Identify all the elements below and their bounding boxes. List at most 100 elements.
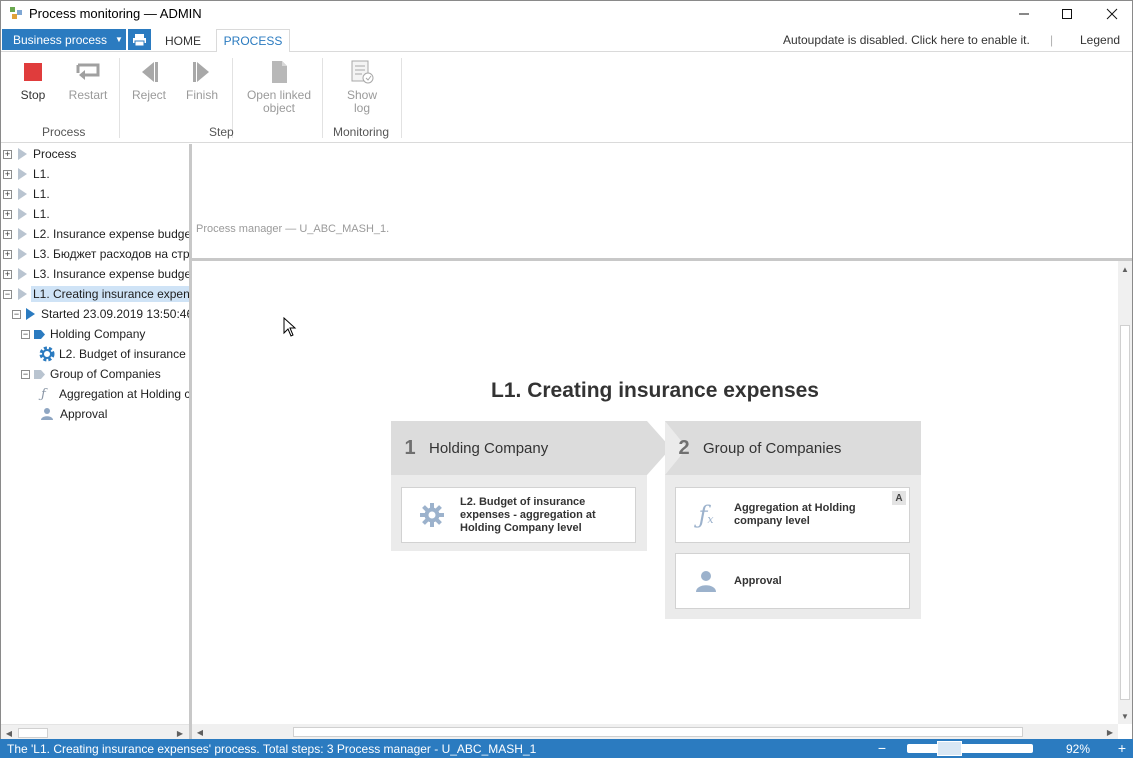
log-icon [348,58,376,86]
collapse-toggle[interactable]: − [21,329,30,339]
ribbon-separator [322,58,323,138]
function-icon: ƒ [41,386,46,402]
tree-item-label: Aggregation at Holding com [59,387,189,401]
expand-toggle[interactable]: + [3,269,12,279]
diagram-vertical-scrollbar[interactable]: ▲ ▼ [1118,261,1132,724]
monitoring-group-label: Monitoring [333,125,390,139]
tree-item-selected[interactable]: − L1. Creating insurance expenses [1,284,189,304]
open-linked-object-button[interactable]: Open linked object [245,58,313,115]
step-text: Approval [734,574,782,587]
maximize-button[interactable] [1044,1,1090,26]
stage-tag-icon [34,329,45,339]
scrollbar-thumb[interactable] [1120,325,1130,700]
title-bar: Process monitoring — ADMIN [1,1,1132,26]
scroll-up-icon[interactable]: ▲ [1117,261,1132,277]
stage-2-number: 2 [678,436,690,459]
document-icon [265,58,293,86]
collapse-toggle[interactable]: − [12,309,21,319]
tree-item[interactable]: + Process [1,144,189,164]
expand-toggle[interactable]: + [3,249,12,259]
restart-button[interactable]: Restart [67,58,109,102]
zoom-slider-track[interactable] [907,744,1033,753]
zoom-slider-thumb[interactable] [937,741,963,756]
finish-label: Finish [185,88,218,102]
tree-horizontal-scrollbar[interactable]: ◀ ▶ [1,724,189,740]
collapse-toggle[interactable]: − [21,369,30,379]
scrollbar-thumb[interactable] [293,727,1023,737]
tree-item[interactable]: + L1. [1,184,189,204]
autoupdate-link[interactable]: Autoupdate is disabled. Click here to en… [783,33,1030,47]
scroll-down-icon[interactable]: ▼ [1117,708,1132,724]
tree-item-label: Process [33,147,77,161]
tree-item-label: L3. Бюджет расходов на страх [33,247,189,261]
reject-label: Reject [131,88,166,102]
stage-2-header[interactable]: 2 Group of Companies [665,421,921,475]
stop-button[interactable]: Stop [15,58,51,102]
process-icon [18,268,27,280]
tree-item-label: Group of Companies [50,367,161,381]
step-card[interactable]: ƒx Aggregation at Holding company level … [675,487,910,543]
tab-home[interactable]: HOME [155,29,211,52]
tab-home-label: HOME [165,33,201,48]
stop-label: Stop [20,88,46,102]
tree-item[interactable]: ƒ Aggregation at Holding com [1,384,189,404]
restart-icon [74,58,102,86]
scroll-right-icon[interactable]: ▶ [1102,724,1118,740]
ribbon-separator [119,58,120,138]
scroll-left-icon[interactable]: ◀ [192,724,208,740]
app-icon [10,7,22,19]
gear-icon [39,346,55,362]
business-process-button[interactable]: Business process ▼ [2,29,126,50]
expand-toggle[interactable]: + [3,209,12,219]
tree-item[interactable]: + L3. Insurance expense budget - [1,264,189,284]
process-group-label: Process [42,125,86,139]
tree-item[interactable]: − Started 23.09.2019 13:50:46 O [1,304,189,324]
status-text: The 'L1. Creating insurance expenses' pr… [7,742,537,756]
tab-process[interactable]: PROCESS [216,29,290,53]
tree-item-label: L3. Insurance expense budget - [33,267,189,281]
expand-toggle[interactable]: + [3,169,12,179]
ribbon: Stop Restart Process Reject Finish Open … [1,52,1132,143]
expand-toggle[interactable]: + [3,229,12,239]
print-button[interactable] [128,29,151,50]
tree-item-label: Started 23.09.2019 13:50:46 O [41,307,189,321]
scrollbar-thumb[interactable] [18,728,48,738]
close-button[interactable] [1089,1,1132,26]
step-card[interactable]: L2. Budget of insurance expenses - aggre… [401,487,636,543]
show-log-button[interactable]: Show log [344,58,380,115]
legend-link[interactable]: Legend [1080,33,1120,47]
tree-item[interactable]: L2. Budget of insurance exp [1,344,189,364]
finish-icon [188,58,216,86]
ribbon-separator [401,58,402,138]
user-icon [41,408,53,420]
function-icon: ƒx [698,501,714,529]
step-group-label: Step [209,125,234,139]
process-diagram: L1. Creating insurance expenses 1 Holdin… [192,261,1118,724]
expand-toggle[interactable]: + [3,149,12,159]
reject-button[interactable]: Reject [131,58,167,102]
finish-button[interactable]: Finish [183,58,221,102]
tree-item[interactable]: + L1. [1,204,189,224]
stage-1-header[interactable]: 1 Holding Company [391,421,647,475]
play-icon [26,308,35,320]
window-title: Process monitoring — ADMIN [29,6,202,21]
tree-item[interactable]: + L3. Бюджет расходов на страх [1,244,189,264]
tree-item[interactable]: − Group of Companies [1,364,189,384]
tree-item[interactable]: + L2. Insurance expense budget - a [1,224,189,244]
reject-icon [135,58,163,86]
tree-item[interactable]: Approval [1,404,189,424]
stage-tag-icon [34,369,45,379]
diagram-horizontal-scrollbar[interactable]: ◀ ▶ [192,724,1118,740]
zoom-out-button[interactable]: − [875,740,889,756]
step-card[interactable]: Approval [675,553,910,609]
tree-item[interactable]: + L1. [1,164,189,184]
minimize-button[interactable] [1001,1,1047,26]
tree-item[interactable]: − Holding Company [1,324,189,344]
expand-toggle[interactable]: + [3,189,12,199]
collapse-toggle[interactable]: − [3,289,12,299]
tree-item-label: L1. [33,167,50,181]
caret-down-icon: ▼ [115,35,123,44]
tree-item-label: L2. Budget of insurance exp [59,347,189,361]
maximize-icon [1062,8,1072,19]
zoom-in-button[interactable]: + [1115,740,1129,756]
